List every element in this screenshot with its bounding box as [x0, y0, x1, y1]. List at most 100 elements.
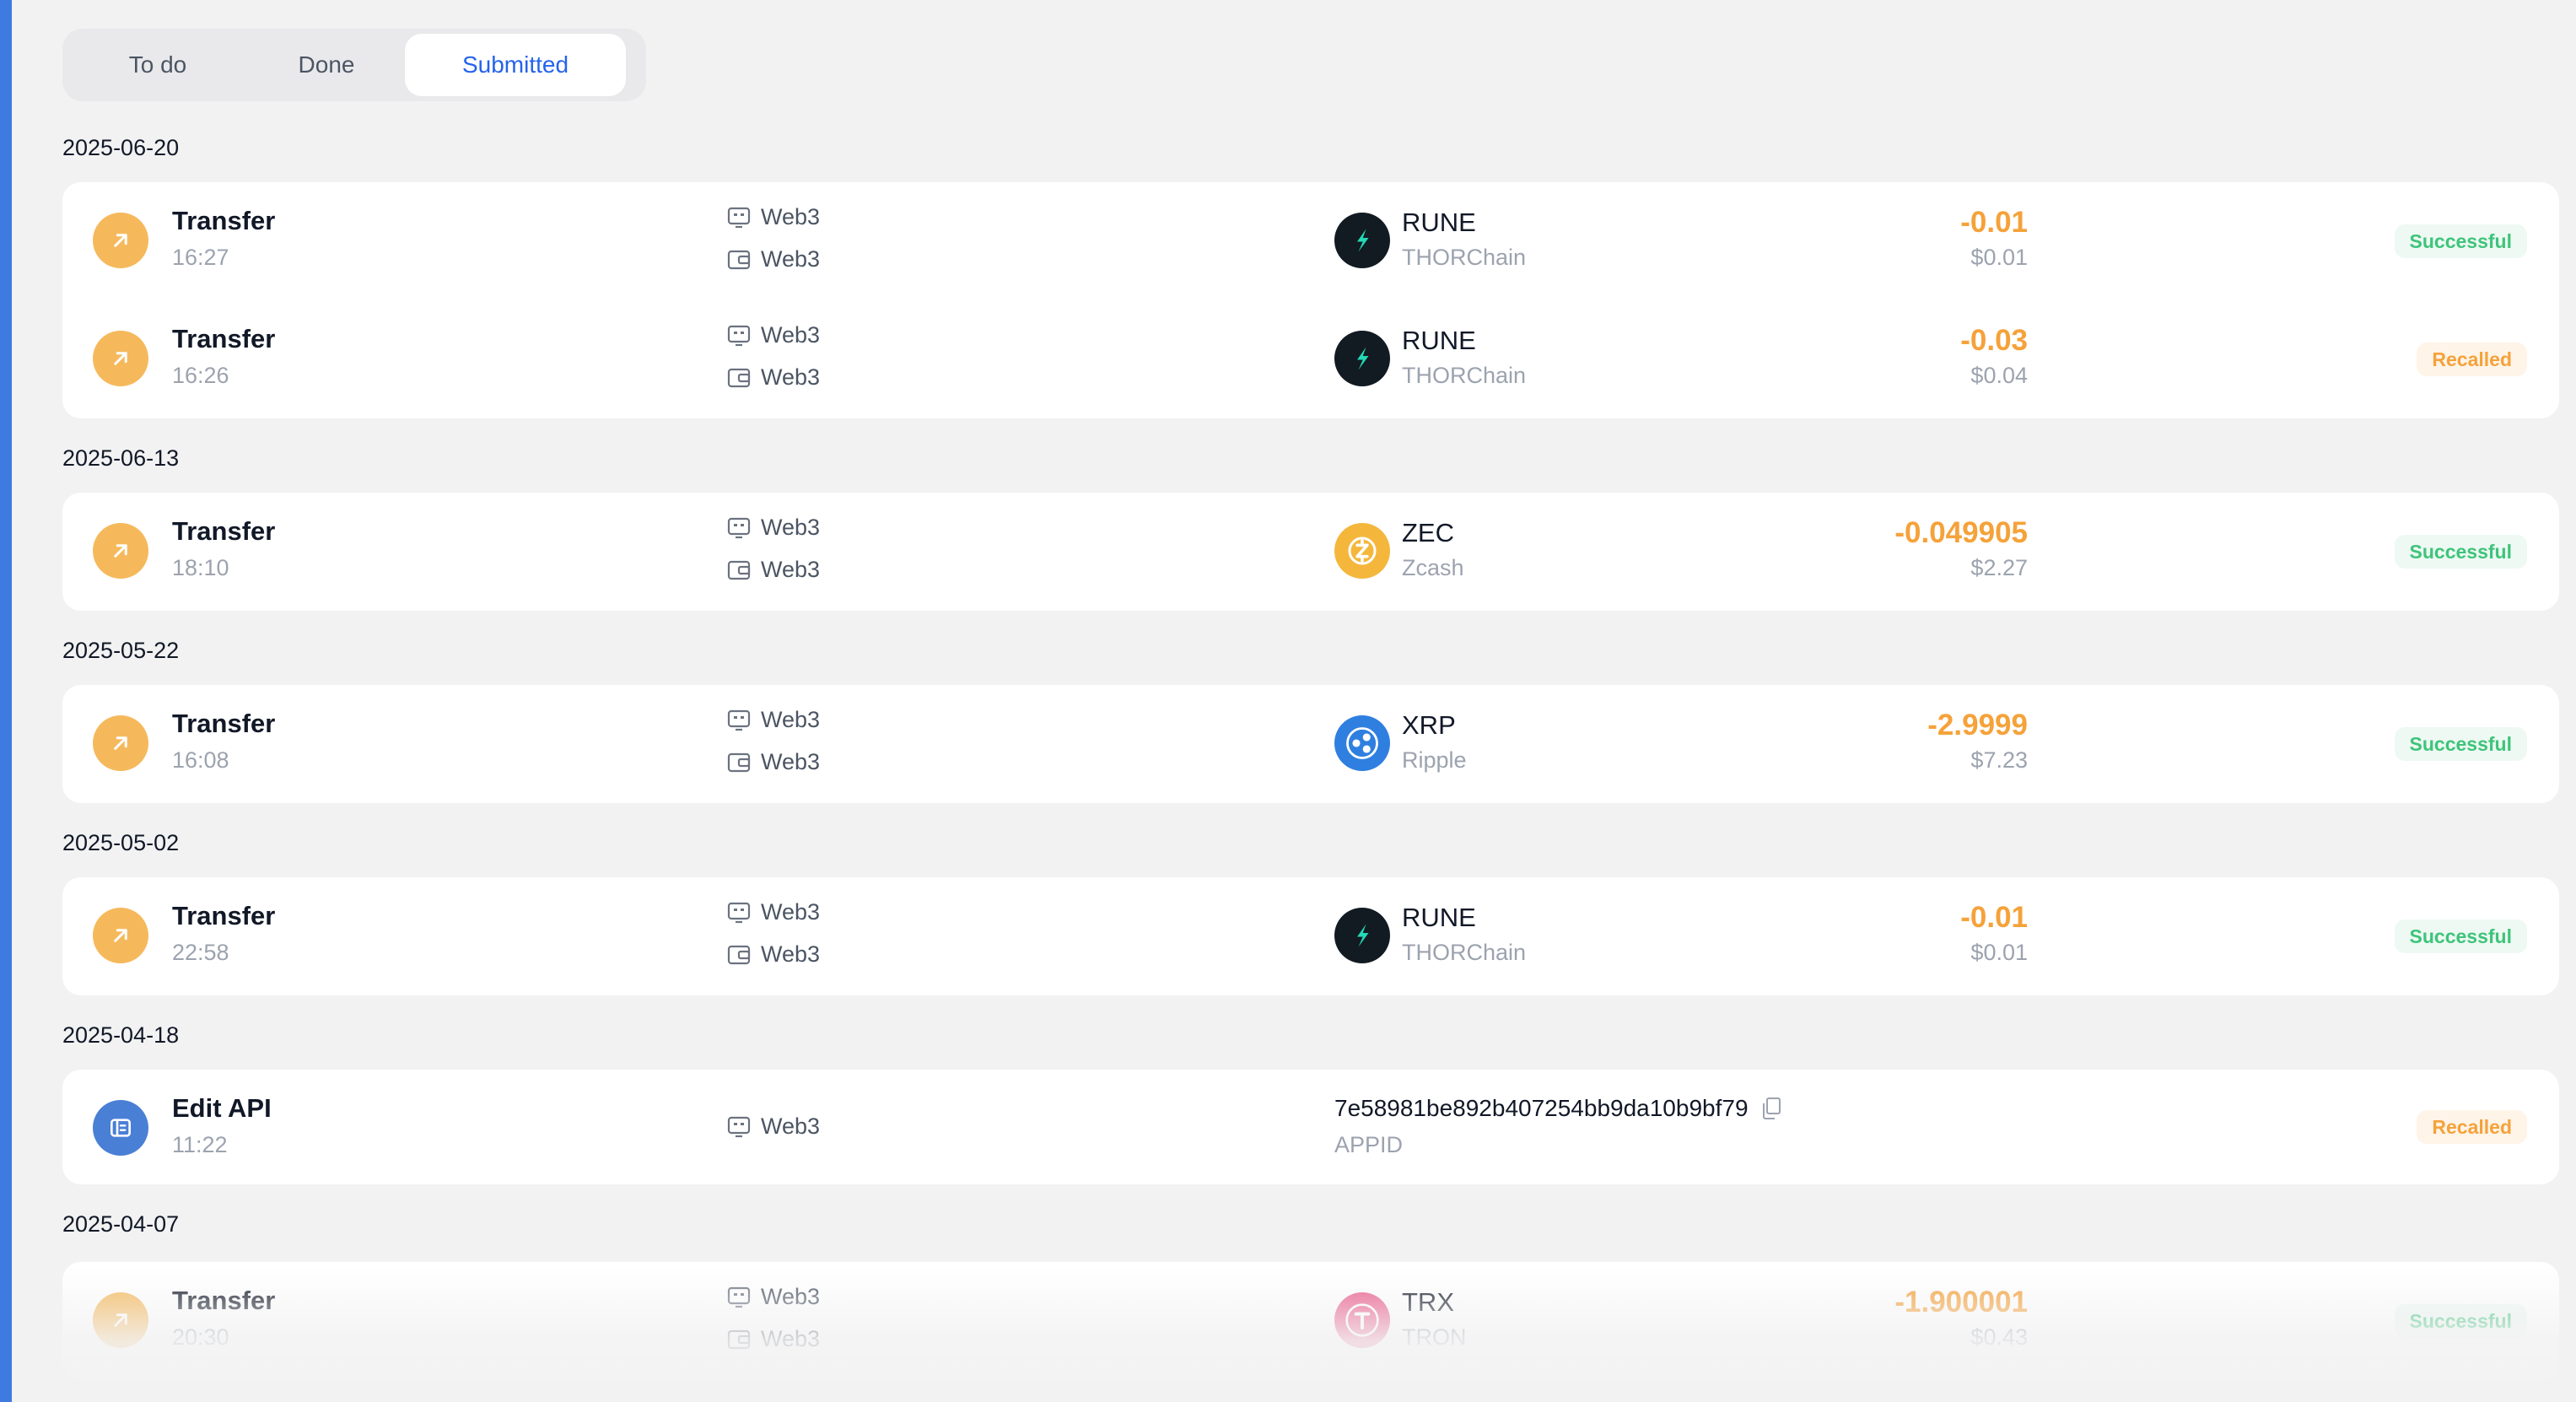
arrow-up-right-icon [93, 523, 148, 579]
source-app-label: Web3 [761, 1284, 821, 1309]
source-app-label: Web3 [761, 899, 821, 925]
source-app: Web3 [727, 322, 820, 348]
wallet-icon [727, 367, 751, 389]
source-wallet: Web3 [727, 364, 820, 391]
date-heading: 2025-05-02 [62, 830, 180, 855]
amount: -2.9999 [1927, 709, 2028, 741]
action-time: 16:08 [172, 747, 229, 773]
status-badge: Recalled [2417, 1110, 2527, 1144]
asset-symbol: RUNE [1402, 208, 1476, 237]
date-heading: 2025-04-07 [62, 1211, 180, 1237]
wallet-icon [727, 944, 751, 966]
tab-submitted[interactable]: Submitted [405, 34, 626, 96]
app-icon [727, 1286, 751, 1308]
status-badge: Recalled [2417, 342, 2527, 376]
action-title: Transfer [172, 1286, 276, 1315]
usd-value: $0.43 [1970, 1324, 2028, 1350]
source-app-label: Web3 [761, 515, 821, 540]
usd-value: $7.23 [1970, 747, 2028, 773]
asset-name: THORChain [1402, 363, 1527, 388]
activity-row[interactable]: Transfer 16:26 Web3 Web3 RUNE THORChain … [62, 300, 2559, 418]
action-title: Edit API [172, 1093, 272, 1123]
source-app-label: Web3 [761, 1114, 821, 1139]
source-app: Web3 [727, 707, 820, 733]
asset-symbol: ZEC [1402, 518, 1454, 547]
ripple-logo [1334, 715, 1390, 771]
main-panel: To do Done Submitted 2025-06-20 Transfer… [12, 0, 2576, 1402]
source-wallet: Web3 [727, 749, 820, 775]
app-id-value: 7e58981be892b407254bb9da10b9bf79 [1334, 1095, 1749, 1121]
app-icon [727, 325, 751, 347]
app-icon [727, 517, 751, 539]
usd-value: $2.27 [1970, 555, 2028, 580]
app-id-row: 7e58981be892b407254bb9da10b9bf79 [1334, 1095, 1782, 1122]
amount: -0.049905 [1894, 516, 2028, 549]
activity-row[interactable]: Transfer 16:08 Web3 Web3 XRP Ripple -2.9… [62, 685, 2559, 803]
usd-value: $0.01 [1970, 245, 2028, 270]
copy-icon[interactable] [1760, 1097, 1782, 1120]
action-title: Transfer [172, 709, 276, 738]
date-heading: 2025-05-22 [62, 638, 180, 663]
api-icon [93, 1100, 148, 1156]
source-app: Web3 [727, 899, 820, 925]
source-wallet: Web3 [727, 246, 820, 272]
source-app-label: Web3 [761, 707, 821, 732]
amount: -1.900001 [1894, 1286, 2028, 1318]
asset-name: Zcash [1402, 555, 1464, 580]
app-id-label: APPID [1334, 1132, 1404, 1157]
source-app: Web3 [727, 515, 820, 541]
status-badge: Successful [2394, 919, 2527, 953]
wallet-icon [727, 1329, 751, 1351]
activity-card: Transfer 16:08 Web3 Web3 XRP Ripple -2.9… [62, 685, 2559, 803]
date-heading: 2025-06-20 [62, 135, 180, 160]
app-icon [727, 207, 751, 229]
wallet-icon [727, 559, 751, 581]
tab-to-do[interactable]: To do [67, 34, 248, 96]
thorchain-logo [1334, 331, 1390, 386]
usd-value: $0.04 [1970, 363, 2028, 388]
source-app: Web3 [727, 204, 820, 230]
status-badge: Successful [2394, 727, 2527, 761]
arrow-up-right-icon [93, 908, 148, 963]
amount: -0.01 [1960, 901, 2028, 934]
action-time: 16:27 [172, 245, 229, 270]
app-icon [727, 1116, 751, 1138]
arrow-up-right-icon [93, 715, 148, 771]
asset-symbol: XRP [1402, 710, 1456, 740]
activity-card: Transfer 22:58 Web3 Web3 RUNE THORChain … [62, 877, 2559, 995]
asset-symbol: RUNE [1402, 326, 1476, 355]
source-wallet-label: Web3 [761, 557, 821, 582]
thorchain-logo [1334, 213, 1390, 268]
activity-card: Edit API 11:22 Web3 7e58981be892b407254b… [62, 1070, 2559, 1184]
wallet-icon [727, 249, 751, 271]
activity-row[interactable]: Transfer 20:30 Web3 Web3 TRX TRON -1.900… [62, 1262, 2559, 1380]
source-wallet-label: Web3 [761, 246, 821, 272]
action-time: 22:58 [172, 940, 229, 965]
activity-row[interactable]: Edit API 11:22 Web3 7e58981be892b407254b… [62, 1070, 2559, 1188]
arrow-up-right-icon [93, 213, 148, 268]
activity-row[interactable]: Transfer 18:10 Web3 Web3 ZEC Zcash -0.04… [62, 493, 2559, 611]
source-app-label: Web3 [761, 322, 821, 348]
activity-row[interactable]: Transfer 22:58 Web3 Web3 RUNE THORChain … [62, 877, 2559, 995]
status-badge: Successful [2394, 224, 2527, 258]
asset-name: Ripple [1402, 747, 1467, 773]
activity-row[interactable]: Transfer 16:27 Web3 Web3 RUNE THORChain … [62, 182, 2559, 300]
wallet-icon [727, 752, 751, 774]
status-tabs: To do Done Submitted [62, 29, 646, 101]
source-app: Web3 [727, 1284, 820, 1310]
source-wallet: Web3 [727, 1326, 820, 1352]
tab-done[interactable]: Done [248, 34, 405, 96]
action-title: Transfer [172, 901, 276, 930]
action-title: Transfer [172, 206, 276, 235]
zcash-logo [1334, 523, 1390, 579]
source-wallet-label: Web3 [761, 1326, 821, 1351]
source-wallet-label: Web3 [761, 941, 821, 967]
asset-name: TRON [1402, 1324, 1467, 1350]
source-wallet-label: Web3 [761, 749, 821, 774]
action-time: 18:10 [172, 555, 229, 580]
app-icon [727, 902, 751, 924]
activity-card: Transfer 16:27 Web3 Web3 RUNE THORChain … [62, 182, 2559, 418]
activity-card: Transfer 20:30 Web3 Web3 TRX TRON -1.900… [62, 1262, 2559, 1380]
amount: -0.03 [1960, 324, 2028, 357]
source-app-label: Web3 [761, 204, 821, 229]
